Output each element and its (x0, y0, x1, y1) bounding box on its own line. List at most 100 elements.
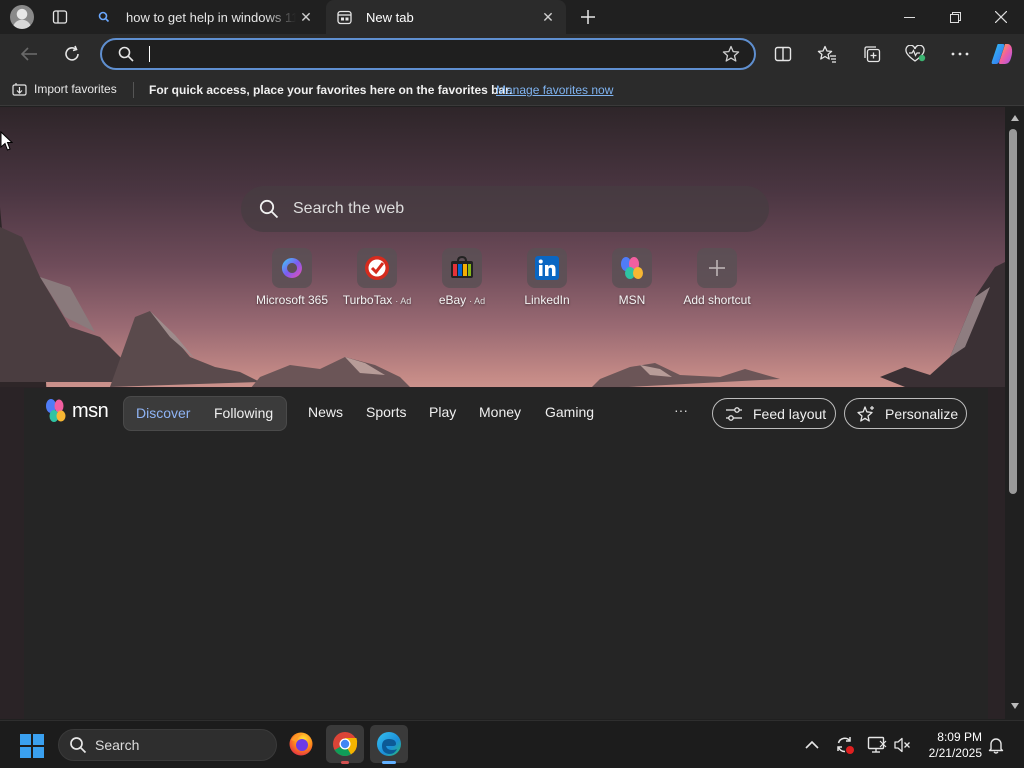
import-favorites-icon (12, 83, 27, 96)
plus-icon (697, 248, 737, 288)
close-icon (995, 11, 1007, 23)
msn-logo[interactable]: msn (44, 398, 109, 424)
manage-favorites-link[interactable]: Manage favorites now (496, 83, 613, 97)
restore-icon (949, 11, 961, 23)
taskbar-firefox[interactable] (282, 725, 320, 763)
shortcut-add[interactable]: Add shortcut (673, 248, 761, 307)
search-icon (70, 737, 87, 754)
volume-muted-icon (894, 737, 910, 753)
turbotax-icon (357, 248, 397, 288)
ad-badge: · Ad (469, 296, 486, 306)
profile-avatar-icon[interactable] (10, 5, 34, 29)
show-hidden-icons-button[interactable] (800, 733, 824, 757)
edge-icon (377, 732, 401, 756)
nav-news[interactable]: News (308, 404, 343, 420)
feed-layout-button[interactable]: Feed layout (712, 398, 836, 429)
tab-search[interactable]: how to get help in windows 11 - Search ✕ (86, 0, 324, 34)
shortcut-linkedin[interactable]: LinkedIn (503, 248, 591, 307)
address-input[interactable] (154, 44, 714, 64)
split-screen-button[interactable] (768, 39, 798, 69)
nav-gaming[interactable]: Gaming (545, 404, 594, 420)
shortcut-microsoft-365[interactable]: Microsoft 365 (248, 248, 336, 307)
shortcut-label: Microsoft 365 (255, 293, 329, 307)
browser-essentials-button[interactable] (901, 39, 931, 69)
tray-volume-button[interactable] (890, 733, 914, 757)
shortcut-label: Add shortcut (683, 293, 751, 307)
tab-following[interactable]: Following (214, 405, 273, 421)
scroll-up-arrow-icon[interactable] (1011, 115, 1019, 121)
firefox-icon (289, 732, 313, 756)
more-dots-icon (951, 52, 969, 56)
refresh-button[interactable] (57, 39, 87, 69)
collections-button[interactable] (857, 39, 887, 69)
chrome-icon (333, 732, 358, 757)
tab-discover[interactable]: Discover (136, 405, 190, 421)
tab-close-icon[interactable]: ✕ (538, 7, 558, 27)
shortcut-label: LinkedIn (524, 293, 570, 307)
shortcut-label: TurboTax (342, 293, 393, 307)
shortcut-label: eBay (438, 293, 467, 307)
start-button[interactable] (20, 734, 44, 758)
windows-logo-icon (20, 734, 31, 745)
settings-more-button[interactable] (945, 39, 975, 69)
shortcut-msn[interactable]: MSN (588, 248, 676, 307)
ad-badge: · Ad (395, 296, 412, 306)
minimize-icon (903, 16, 915, 18)
favorites-button[interactable] (812, 39, 842, 69)
more-categories-button[interactable]: ··· (674, 402, 688, 418)
close-window-button[interactable] (978, 0, 1024, 34)
nav-money[interactable]: Money (479, 404, 521, 420)
browser-toolbar (0, 34, 1024, 74)
new-tab-button[interactable] (576, 6, 600, 28)
feed-layout-label: Feed layout (753, 405, 827, 422)
copilot-button[interactable] (987, 39, 1017, 69)
tray-network-button[interactable] (865, 733, 889, 757)
tab-title: how to get help in windows 11 - Search (126, 9, 296, 25)
tab-actions-icon (52, 10, 68, 24)
web-search-box[interactable]: Search the web (241, 186, 769, 232)
plus-icon (581, 10, 595, 24)
restore-button[interactable] (932, 0, 978, 34)
shortcut-ebay[interactable]: eBay · Ad (418, 248, 506, 307)
taskbar-clock[interactable]: 8:09 PM 2/21/2025 (918, 729, 982, 761)
personalize-button[interactable]: Personalize (844, 398, 967, 429)
bell-icon (988, 738, 1004, 754)
import-favorites-label: Import favorites (34, 82, 117, 96)
notifications-button[interactable] (984, 733, 1008, 757)
feed-segment-control: Discover Following (123, 396, 287, 431)
personalize-label: Personalize (885, 405, 959, 422)
mouse-cursor-icon (0, 131, 13, 151)
page-scrollbar[interactable] (1005, 107, 1024, 719)
favorites-bar-message: For quick access, place your favorites h… (149, 83, 513, 97)
address-bar[interactable] (100, 38, 756, 70)
tab-title: New tab (366, 9, 414, 25)
taskbar: Search 8:09 PM 2/21/2025 (0, 720, 1024, 768)
nav-play[interactable]: Play (429, 404, 456, 420)
search-placeholder: Search the web (293, 200, 405, 217)
tab-close-icon[interactable]: ✕ (296, 7, 316, 27)
taskbar-search-label: Search (95, 737, 140, 753)
scrollbar-thumb[interactable] (1009, 129, 1017, 494)
scroll-down-arrow-icon[interactable] (1011, 703, 1019, 709)
taskbar-search-box[interactable]: Search (58, 729, 277, 761)
shortcut-turbotax[interactable]: TurboTax · Ad (333, 248, 421, 307)
add-favorite-star-icon[interactable] (722, 45, 740, 63)
sync-alert-icon (837, 737, 854, 754)
linkedin-icon (527, 248, 567, 288)
taskbar-edge[interactable] (370, 725, 408, 764)
tray-sync-button[interactable] (833, 733, 857, 757)
import-favorites-button[interactable]: Import favorites (12, 82, 117, 96)
tab-actions-button[interactable] (46, 6, 74, 28)
taskbar-chrome[interactable] (326, 725, 364, 764)
back-button[interactable] (14, 39, 44, 69)
favorites-bar: Import favorites For quick access, place… (0, 74, 1024, 106)
microsoft-365-icon (272, 248, 312, 288)
text-caret (149, 46, 150, 62)
refresh-icon (65, 45, 79, 61)
clock-date: 2/21/2025 (928, 746, 982, 760)
running-indicator (341, 761, 349, 764)
tab-new-tab[interactable]: New tab ✕ (326, 0, 566, 34)
minimize-button[interactable] (886, 0, 932, 34)
nav-sports[interactable]: Sports (366, 404, 406, 420)
chevron-up-icon (805, 740, 819, 749)
